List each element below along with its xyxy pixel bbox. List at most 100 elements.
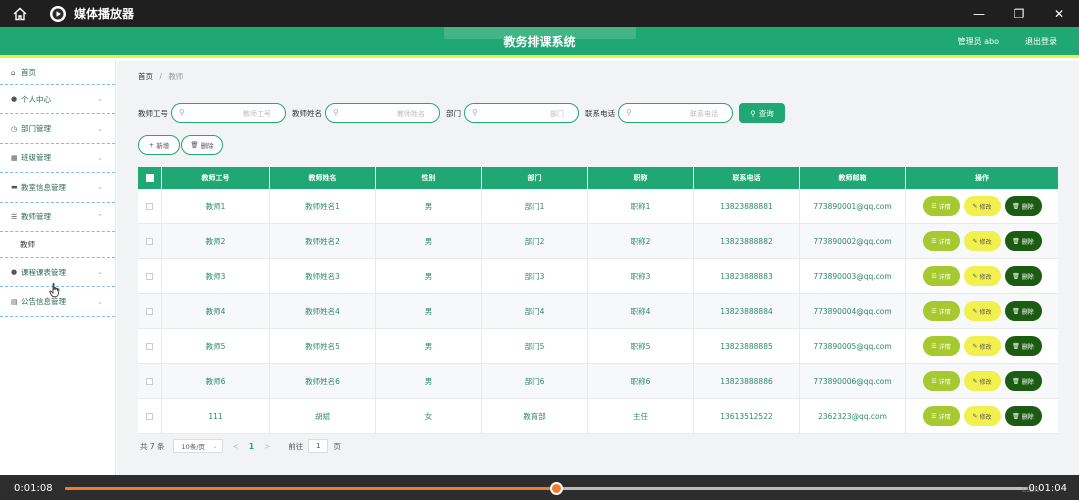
restore-icon: ❐ [1013, 6, 1025, 21]
teacher-id-input[interactable]: ⚲ 教师工号 [171, 103, 286, 123]
delete-button[interactable]: 🗑 删除 [1004, 371, 1042, 391]
delete-button[interactable]: 🗑 删除 [1004, 336, 1042, 356]
delete-button[interactable]: 🗑 删除 [1004, 196, 1042, 216]
system-title: 教务排课系统 [503, 35, 576, 49]
detail-button[interactable]: ☰ 详情 [922, 301, 960, 321]
sidebar-item-label: 部门管理 [21, 124, 51, 134]
table-cell: 教师姓名3 [270, 259, 376, 293]
batch-delete-button[interactable]: 🗑 删除 [181, 135, 223, 155]
delete-button-label: 删除 [200, 142, 214, 150]
row-select-cell [138, 364, 162, 398]
delete-button-label: 删除 [1021, 273, 1034, 281]
delete-button[interactable]: 🗑 删除 [1004, 266, 1042, 286]
goto-page-input[interactable]: 1 [308, 439, 329, 453]
next-page-button[interactable]: > [264, 442, 270, 451]
edit-button[interactable]: ✎ 修改 [963, 231, 1001, 251]
row-checkbox[interactable] [146, 237, 153, 245]
row-checkbox[interactable] [146, 307, 153, 315]
table-body: 教师1 教师姓名1 男部门1 职称1 13823888881 773890001@qq.c… [138, 189, 1058, 434]
detail-button[interactable]: ☰ 详情 [922, 231, 960, 251]
detail-button-label: 详情 [938, 203, 951, 211]
app-header: 教务排课系统 管理员 abo 退出登录 [0, 27, 1079, 58]
row-checkbox[interactable] [146, 272, 153, 280]
delete-icon: 🗑 [1012, 377, 1020, 385]
minimize-icon: — [973, 6, 985, 21]
delete-button[interactable]: 🗑 删除 [1004, 231, 1042, 251]
sidebar-item-classroom[interactable]: ▬ 教室信息管理 ⌄ [0, 173, 115, 203]
restore-button[interactable]: ❐ [999, 0, 1039, 27]
edit-icon: ✎ [972, 412, 978, 420]
delete-button-label: 删除 [1021, 203, 1034, 211]
detail-button[interactable]: ☰ 详情 [922, 266, 960, 286]
delete-icon: 🗑 [1012, 342, 1020, 350]
edit-button[interactable]: ✎ 修改 [963, 371, 1001, 391]
breadcrumb-home[interactable]: 首页 [138, 72, 153, 81]
table-cell: 职称5 [588, 329, 694, 363]
sidebar-item-class[interactable]: ▦ 班级管理 ⌄ [0, 144, 115, 174]
column-header: 性别 [376, 167, 482, 189]
row-checkbox[interactable] [146, 412, 153, 420]
home-icon: ⌂ [11, 68, 16, 77]
sidebar-item-label: 个人中心 [21, 94, 51, 104]
edit-button[interactable]: ✎ 修改 [963, 406, 1001, 426]
table-cell: 13823888881 [694, 189, 800, 223]
page-number-1[interactable]: 1 [249, 442, 254, 451]
logout-link[interactable]: 退出登录 [1025, 36, 1057, 47]
table-cell: 男 [376, 189, 482, 223]
row-checkbox[interactable] [146, 377, 153, 385]
edit-button[interactable]: ✎ 修改 [963, 301, 1001, 321]
prev-page-button[interactable]: < [233, 442, 239, 451]
chevron-down-icon: ⌄ [97, 95, 103, 104]
sidebar-item-label: 班级管理 [21, 153, 51, 163]
table-cell: 男 [376, 259, 482, 293]
table-row: 教师1 教师姓名1 男部门1 职称1 13823888881 773890001@qq.c… [138, 189, 1058, 224]
detail-button-label: 详情 [938, 308, 951, 316]
department-label: 部门 [446, 108, 461, 118]
page-size-select[interactable]: 10条/页 ⌄ [172, 439, 223, 453]
detail-button[interactable]: ☰ 详情 [922, 371, 960, 391]
column-header: 部门 [482, 167, 588, 189]
edit-button-label: 修改 [979, 308, 992, 316]
home-icon[interactable] [12, 6, 28, 22]
chevron-down-icon: ⌄ [97, 297, 103, 306]
table-cell: 773890006@qq.com [800, 364, 906, 398]
query-button[interactable]: ⚲ 查询 [739, 103, 785, 123]
detail-button[interactable]: ☰ 详情 [922, 196, 960, 216]
table-row: 111 胡斌女教育部 主任 13613512522 2362323@qq.com ☰ 详情 ✎… [138, 399, 1058, 434]
edit-button[interactable]: ✎ 修改 [963, 266, 1001, 286]
pagination: 共 7 条 10条/页 ⌄ < 1 > 前往 1 页 [140, 439, 341, 453]
minimize-button[interactable]: — [959, 0, 999, 27]
sidebar-item-department[interactable]: ◷ 部门管理 ⌄ [0, 114, 115, 144]
sidebar-subitem-teacher[interactable]: 教师 [0, 232, 115, 258]
department-input[interactable]: ⚲ 部门 [464, 103, 579, 123]
table-cell: 胡斌 [270, 399, 376, 433]
table-cell: 男 [376, 329, 482, 363]
table-cell: 男 [376, 294, 482, 328]
row-checkbox[interactable] [146, 342, 153, 350]
delete-button[interactable]: 🗑 删除 [1004, 406, 1042, 426]
breadcrumb-current: 教师 [168, 72, 184, 81]
table-cell: 教师2 [162, 224, 270, 258]
delete-icon: 🗑 [1012, 237, 1020, 245]
player-title: 媒体播放器 [74, 7, 135, 21]
edit-icon: ✎ [972, 202, 978, 210]
select-all-checkbox[interactable] [145, 174, 154, 182]
seek-bar[interactable] [65, 482, 1028, 495]
row-checkbox[interactable] [146, 202, 153, 210]
add-button[interactable]: + 新增 [138, 135, 180, 155]
sidebar-item-home[interactable]: ⌂ 首页 [0, 61, 115, 85]
close-button[interactable]: ✕ [1039, 0, 1079, 27]
detail-button-label: 详情 [938, 273, 951, 281]
delete-button[interactable]: 🗑 删除 [1004, 301, 1042, 321]
edit-button[interactable]: ✎ 修改 [963, 196, 1001, 216]
teacher-name-input[interactable]: ⚲ 教师姓名 [325, 103, 440, 123]
person-icon: ● [11, 268, 18, 277]
clock-icon: ◷ [11, 124, 18, 133]
edit-button[interactable]: ✎ 修改 [963, 336, 1001, 356]
detail-button[interactable]: ☰ 详情 [922, 336, 960, 356]
seek-handle[interactable] [550, 482, 564, 495]
sidebar-item-personal-center[interactable]: ● 个人中心 ⌄ [0, 85, 115, 115]
detail-button[interactable]: ☰ 详情 [922, 406, 960, 426]
phone-input[interactable]: ⚲ 联系电话 [618, 103, 733, 123]
sidebar-item-teacher-management[interactable]: ☰ 教师管理 ⌃ [0, 203, 115, 232]
